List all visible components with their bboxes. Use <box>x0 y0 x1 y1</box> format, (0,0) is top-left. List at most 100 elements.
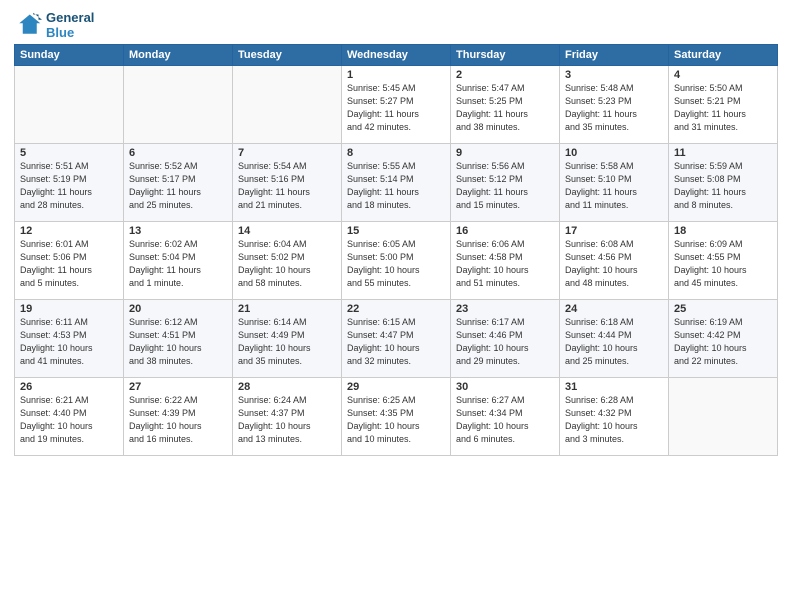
day-number: 15 <box>347 225 445 237</box>
day-cell-3: 3Sunrise: 5:48 AM Sunset: 5:23 PM Daylig… <box>560 66 669 144</box>
day-info: Sunrise: 6:17 AM Sunset: 4:46 PM Dayligh… <box>456 316 554 368</box>
day-info: Sunrise: 6:28 AM Sunset: 4:32 PM Dayligh… <box>565 394 663 446</box>
weekday-header-saturday: Saturday <box>669 45 778 66</box>
day-cell-1: 1Sunrise: 5:45 AM Sunset: 5:27 PM Daylig… <box>342 66 451 144</box>
day-number: 6 <box>129 147 227 159</box>
day-info: Sunrise: 5:55 AM Sunset: 5:14 PM Dayligh… <box>347 160 445 212</box>
week-row-3: 12Sunrise: 6:01 AM Sunset: 5:06 PM Dayli… <box>15 222 778 300</box>
logo-text: General Blue <box>46 10 94 40</box>
day-info: Sunrise: 6:12 AM Sunset: 4:51 PM Dayligh… <box>129 316 227 368</box>
day-number: 27 <box>129 381 227 393</box>
weekday-header-monday: Monday <box>124 45 233 66</box>
day-number: 12 <box>20 225 118 237</box>
day-number: 28 <box>238 381 336 393</box>
day-info: Sunrise: 5:47 AM Sunset: 5:25 PM Dayligh… <box>456 82 554 134</box>
day-info: Sunrise: 5:56 AM Sunset: 5:12 PM Dayligh… <box>456 160 554 212</box>
day-info: Sunrise: 5:54 AM Sunset: 5:16 PM Dayligh… <box>238 160 336 212</box>
empty-cell <box>233 66 342 144</box>
day-cell-21: 21Sunrise: 6:14 AM Sunset: 4:49 PM Dayli… <box>233 300 342 378</box>
page-container: General Blue SundayMondayTuesdayWednesda… <box>0 0 792 464</box>
day-info: Sunrise: 6:14 AM Sunset: 4:49 PM Dayligh… <box>238 316 336 368</box>
weekday-header-sunday: Sunday <box>15 45 124 66</box>
day-number: 4 <box>674 69 772 81</box>
day-number: 19 <box>20 303 118 315</box>
day-cell-7: 7Sunrise: 5:54 AM Sunset: 5:16 PM Daylig… <box>233 144 342 222</box>
day-info: Sunrise: 5:48 AM Sunset: 5:23 PM Dayligh… <box>565 82 663 134</box>
day-number: 17 <box>565 225 663 237</box>
day-cell-31: 31Sunrise: 6:28 AM Sunset: 4:32 PM Dayli… <box>560 378 669 456</box>
day-number: 5 <box>20 147 118 159</box>
day-number: 10 <box>565 147 663 159</box>
day-info: Sunrise: 5:50 AM Sunset: 5:21 PM Dayligh… <box>674 82 772 134</box>
empty-cell <box>124 66 233 144</box>
day-info: Sunrise: 5:45 AM Sunset: 5:27 PM Dayligh… <box>347 82 445 134</box>
day-cell-13: 13Sunrise: 6:02 AM Sunset: 5:04 PM Dayli… <box>124 222 233 300</box>
day-cell-26: 26Sunrise: 6:21 AM Sunset: 4:40 PM Dayli… <box>15 378 124 456</box>
logo: General Blue <box>14 10 94 40</box>
day-info: Sunrise: 6:06 AM Sunset: 4:58 PM Dayligh… <box>456 238 554 290</box>
day-cell-11: 11Sunrise: 5:59 AM Sunset: 5:08 PM Dayli… <box>669 144 778 222</box>
week-row-2: 5Sunrise: 5:51 AM Sunset: 5:19 PM Daylig… <box>15 144 778 222</box>
day-info: Sunrise: 5:52 AM Sunset: 5:17 PM Dayligh… <box>129 160 227 212</box>
day-info: Sunrise: 6:27 AM Sunset: 4:34 PM Dayligh… <box>456 394 554 446</box>
calendar-table: SundayMondayTuesdayWednesdayThursdayFrid… <box>14 44 778 456</box>
weekday-header-row: SundayMondayTuesdayWednesdayThursdayFrid… <box>15 45 778 66</box>
day-cell-27: 27Sunrise: 6:22 AM Sunset: 4:39 PM Dayli… <box>124 378 233 456</box>
day-number: 21 <box>238 303 336 315</box>
day-info: Sunrise: 6:11 AM Sunset: 4:53 PM Dayligh… <box>20 316 118 368</box>
day-number: 26 <box>20 381 118 393</box>
weekday-header-tuesday: Tuesday <box>233 45 342 66</box>
day-info: Sunrise: 6:08 AM Sunset: 4:56 PM Dayligh… <box>565 238 663 290</box>
day-cell-2: 2Sunrise: 5:47 AM Sunset: 5:25 PM Daylig… <box>451 66 560 144</box>
day-cell-5: 5Sunrise: 5:51 AM Sunset: 5:19 PM Daylig… <box>15 144 124 222</box>
day-number: 7 <box>238 147 336 159</box>
day-number: 18 <box>674 225 772 237</box>
week-row-5: 26Sunrise: 6:21 AM Sunset: 4:40 PM Dayli… <box>15 378 778 456</box>
day-info: Sunrise: 6:09 AM Sunset: 4:55 PM Dayligh… <box>674 238 772 290</box>
day-info: Sunrise: 6:15 AM Sunset: 4:47 PM Dayligh… <box>347 316 445 368</box>
day-cell-17: 17Sunrise: 6:08 AM Sunset: 4:56 PM Dayli… <box>560 222 669 300</box>
day-info: Sunrise: 6:01 AM Sunset: 5:06 PM Dayligh… <box>20 238 118 290</box>
day-cell-30: 30Sunrise: 6:27 AM Sunset: 4:34 PM Dayli… <box>451 378 560 456</box>
empty-cell <box>669 378 778 456</box>
day-number: 31 <box>565 381 663 393</box>
day-cell-24: 24Sunrise: 6:18 AM Sunset: 4:44 PM Dayli… <box>560 300 669 378</box>
week-row-1: 1Sunrise: 5:45 AM Sunset: 5:27 PM Daylig… <box>15 66 778 144</box>
day-cell-16: 16Sunrise: 6:06 AM Sunset: 4:58 PM Dayli… <box>451 222 560 300</box>
day-info: Sunrise: 6:25 AM Sunset: 4:35 PM Dayligh… <box>347 394 445 446</box>
header: General Blue <box>14 10 778 40</box>
day-info: Sunrise: 6:19 AM Sunset: 4:42 PM Dayligh… <box>674 316 772 368</box>
day-number: 24 <box>565 303 663 315</box>
day-number: 1 <box>347 69 445 81</box>
day-number: 23 <box>456 303 554 315</box>
day-info: Sunrise: 6:05 AM Sunset: 5:00 PM Dayligh… <box>347 238 445 290</box>
day-cell-10: 10Sunrise: 5:58 AM Sunset: 5:10 PM Dayli… <box>560 144 669 222</box>
day-info: Sunrise: 5:58 AM Sunset: 5:10 PM Dayligh… <box>565 160 663 212</box>
day-info: Sunrise: 6:04 AM Sunset: 5:02 PM Dayligh… <box>238 238 336 290</box>
logo-icon <box>14 11 42 39</box>
day-cell-19: 19Sunrise: 6:11 AM Sunset: 4:53 PM Dayli… <box>15 300 124 378</box>
weekday-header-thursday: Thursday <box>451 45 560 66</box>
day-cell-29: 29Sunrise: 6:25 AM Sunset: 4:35 PM Dayli… <box>342 378 451 456</box>
day-info: Sunrise: 5:59 AM Sunset: 5:08 PM Dayligh… <box>674 160 772 212</box>
day-number: 29 <box>347 381 445 393</box>
day-cell-14: 14Sunrise: 6:04 AM Sunset: 5:02 PM Dayli… <box>233 222 342 300</box>
day-number: 3 <box>565 69 663 81</box>
weekday-header-wednesday: Wednesday <box>342 45 451 66</box>
day-number: 30 <box>456 381 554 393</box>
day-number: 8 <box>347 147 445 159</box>
day-cell-23: 23Sunrise: 6:17 AM Sunset: 4:46 PM Dayli… <box>451 300 560 378</box>
day-info: Sunrise: 6:22 AM Sunset: 4:39 PM Dayligh… <box>129 394 227 446</box>
day-cell-25: 25Sunrise: 6:19 AM Sunset: 4:42 PM Dayli… <box>669 300 778 378</box>
day-cell-9: 9Sunrise: 5:56 AM Sunset: 5:12 PM Daylig… <box>451 144 560 222</box>
day-number: 11 <box>674 147 772 159</box>
day-cell-12: 12Sunrise: 6:01 AM Sunset: 5:06 PM Dayli… <box>15 222 124 300</box>
empty-cell <box>15 66 124 144</box>
day-cell-22: 22Sunrise: 6:15 AM Sunset: 4:47 PM Dayli… <box>342 300 451 378</box>
day-info: Sunrise: 6:18 AM Sunset: 4:44 PM Dayligh… <box>565 316 663 368</box>
day-number: 14 <box>238 225 336 237</box>
day-number: 25 <box>674 303 772 315</box>
day-number: 16 <box>456 225 554 237</box>
day-number: 22 <box>347 303 445 315</box>
day-number: 9 <box>456 147 554 159</box>
